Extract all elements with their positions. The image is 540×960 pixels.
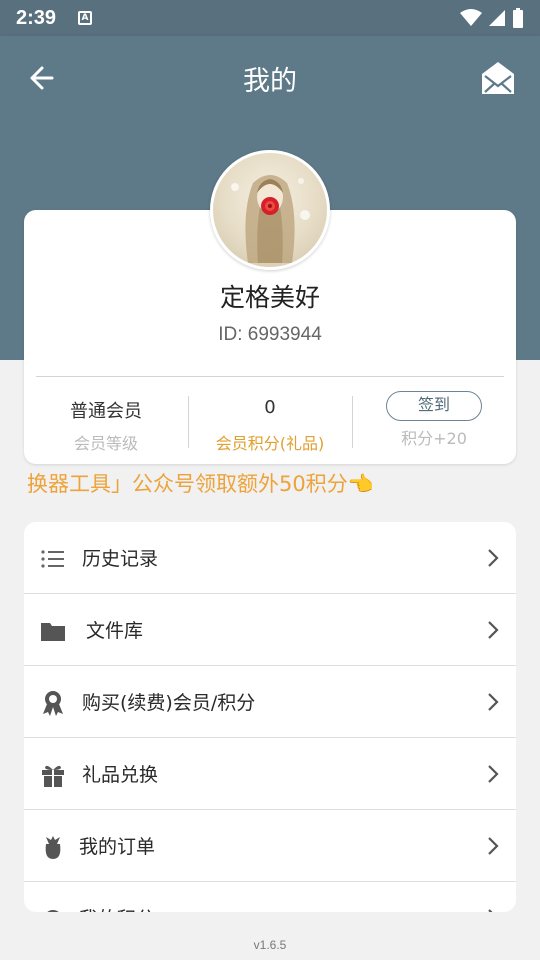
card-divider — [36, 376, 504, 377]
avatar[interactable] — [210, 150, 330, 270]
membership-level-value: 普通会员 — [70, 401, 142, 422]
username: 定格美好 — [219, 283, 320, 312]
user-id: ID: 6993944 — [218, 324, 322, 345]
menu-label-gift-exchange: 礼品兑换 — [82, 764, 159, 786]
stats-row: 普通会员 会员等级 0 会员积分(礼品) 签到 积分+20 — [24, 388, 516, 458]
folder-icon — [41, 623, 65, 641]
order-icon — [45, 836, 61, 859]
app-version: v1.6.5 — [253, 938, 287, 952]
back-arrow-icon[interactable] — [22, 62, 58, 94]
chevron-right-icon — [488, 909, 493, 912]
menu-label-file-library: 文件库 — [86, 620, 144, 642]
battery-icon — [513, 8, 523, 28]
stat-membership-level: 普通会员 会员等级 — [24, 388, 188, 458]
menu-item-gift-exchange[interactable]: 礼品兑换 — [24, 738, 516, 810]
stat-checkin: 签到 积分+20 — [352, 388, 516, 458]
status-time: 2:39 — [16, 6, 57, 29]
stat-points[interactable]: 0 会员积分(礼品) — [188, 388, 352, 458]
list-icon — [41, 550, 64, 568]
chevron-right-icon — [488, 765, 499, 783]
menu-item-history[interactable]: 历史记录 — [24, 522, 516, 594]
menu-item-file-library[interactable]: 文件库 — [24, 594, 516, 666]
status-bar: 2:39 A — [0, 0, 540, 36]
menu-item-my-points[interactable]: 我的积分 — [24, 882, 516, 912]
chevron-right-icon — [488, 693, 499, 711]
chevron-right-icon — [488, 837, 499, 855]
chevron-right-icon — [488, 549, 499, 567]
menu-item-purchase[interactable]: 购买(续费)会员/积分 — [24, 666, 516, 738]
award-icon — [43, 691, 63, 716]
app-bar: 我的 — [0, 36, 540, 120]
promo-banner-text: 换器工具」公众号领取额外50积分👈 — [27, 472, 374, 496]
promo-banner[interactable]: 换器工具」公众号领取额外50积分👈 — [27, 468, 540, 500]
gift-icon — [42, 765, 64, 787]
checkin-button[interactable]: 签到 — [386, 391, 482, 421]
wifi-icon — [460, 9, 482, 26]
membership-level-label: 会员等级 — [73, 434, 138, 453]
checkin-reward-label: 积分+20 — [401, 429, 467, 448]
points-icon — [47, 910, 59, 912]
menu-label-purchase: 购买(续费)会员/积分 — [82, 692, 256, 714]
menu-item-my-orders[interactable]: 我的订单 — [24, 810, 516, 882]
signal-icon — [489, 10, 505, 26]
avatar-image — [231, 175, 310, 263]
menu-label-my-orders: 我的订单 — [79, 836, 156, 858]
chevron-right-icon — [488, 621, 499, 639]
points-label: 会员积分(礼品) — [215, 434, 325, 453]
menu-label-my-points: 我的积分 — [79, 904, 155, 912]
status-indicators — [460, 8, 524, 28]
page-title: 我的 — [243, 65, 297, 97]
menu-label-history: 历史记录 — [82, 548, 159, 570]
points-value: 0 — [264, 397, 276, 418]
menu-list: 历史记录 文件库 购买(续费)会员/积分 礼品兑换 我的订单 — [24, 522, 516, 912]
notification-icon: A — [78, 11, 93, 25]
mail-icon[interactable] — [478, 56, 518, 98]
